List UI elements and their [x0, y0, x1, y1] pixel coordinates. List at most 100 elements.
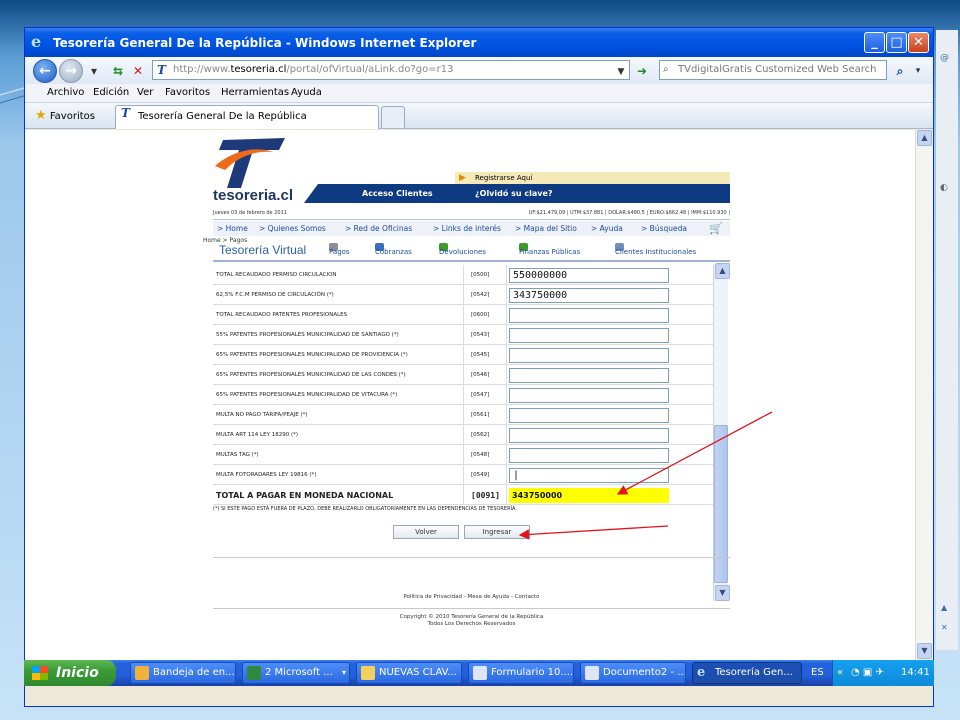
- table-row: TOTAL RECAUDADO PATENTES PROFESIONALES [0…: [213, 305, 713, 325]
- language-indicator[interactable]: ES: [811, 660, 824, 686]
- minimize-button[interactable]: _: [864, 32, 885, 53]
- nav-home[interactable]: > Home: [217, 221, 248, 236]
- menu-archivo[interactable]: Archivo: [47, 87, 84, 98]
- amount-input[interactable]: [509, 368, 669, 383]
- new-tab-button[interactable]: [381, 106, 405, 128]
- scroll-up-icon[interactable]: ▲: [715, 263, 730, 279]
- star-icon: ★: [35, 108, 47, 123]
- tray-chevron-icon[interactable]: «: [837, 660, 843, 686]
- taskbar-item-outlook[interactable]: Bandeja de en...: [130, 662, 236, 684]
- amount-input[interactable]: [509, 388, 669, 403]
- search-options-icon[interactable]: ▾: [909, 62, 927, 80]
- favorites-label: Favoritos: [49, 111, 95, 122]
- client-access-link[interactable]: Acceso Clientes: [362, 184, 433, 203]
- history-dropdown-icon[interactable]: ▾: [85, 62, 103, 80]
- scroll-up-icon[interactable]: ▲: [917, 130, 932, 146]
- table-row: 65% PATENTES PROFESIONALES MUNICIPALIDAD…: [213, 365, 713, 385]
- taskbar-label: NUEVAS CLAV...: [379, 667, 457, 678]
- amount-input[interactable]: [509, 348, 669, 363]
- taskbar-item-formulario[interactable]: Formulario 10....: [468, 662, 574, 684]
- virtual-title: Tesorería Virtual: [219, 243, 307, 257]
- row-label: TOTAL RECAUDADO PATENTES PROFESIONALES: [216, 312, 348, 318]
- nav-links-interes[interactable]: > Links de interés: [433, 221, 501, 236]
- nav-red-oficinas[interactable]: > Red de Oficinas: [345, 221, 412, 236]
- close-button[interactable]: ✕: [908, 32, 929, 53]
- menu-favoritos[interactable]: Favoritos: [165, 87, 210, 98]
- nav-mapa-sitio[interactable]: > Mapa del Sitio: [515, 221, 577, 236]
- register-link[interactable]: ▶ Registrarse Aquí: [455, 172, 730, 184]
- row-label: 65% PATENTES PROFESIONALES MUNICIPALIDAD…: [216, 392, 398, 398]
- nav-busqueda[interactable]: > Búsqueda: [641, 221, 687, 236]
- amount-input[interactable]: [509, 408, 669, 423]
- amount-input[interactable]: 550000000: [509, 268, 669, 283]
- form-frame: TOTAL RECAUDADO PERMISO CIRCULACION [0500…: [213, 263, 730, 615]
- amount-input[interactable]: [509, 308, 669, 323]
- stop-icon[interactable]: ✕: [129, 62, 147, 80]
- back-button[interactable]: ←: [33, 59, 57, 83]
- amount-input[interactable]: 343750000: [509, 288, 669, 303]
- windows-logo-icon: [32, 666, 48, 680]
- back-form-button[interactable]: Volver: [393, 525, 459, 539]
- url-path: /portal/ofVirtual/aLink.do?go=r13: [286, 64, 454, 75]
- forward-button[interactable]: →: [59, 59, 83, 83]
- submit-button[interactable]: Ingresar: [464, 525, 530, 539]
- menu-bar: Archivo Edición Ver Favoritos Herramient…: [25, 84, 933, 103]
- amount-input[interactable]: [509, 328, 669, 343]
- form-scrollbar[interactable]: ▲ ▼: [713, 263, 730, 601]
- forgot-password-link[interactable]: ¿Olvidó su clave?: [475, 184, 553, 203]
- search-input[interactable]: ⌕ TVdigitalGratis Customized Web Search: [659, 60, 887, 80]
- start-button[interactable]: Inicio: [24, 660, 116, 686]
- table-row: TOTAL RECAUDADO PERMISO CIRCULACION [0500…: [213, 265, 713, 285]
- row-label: TOTAL RECAUDADO PERMISO CIRCULACION: [216, 272, 337, 278]
- service-label: Pagos: [329, 248, 350, 256]
- ie-window: e Tesorería General De la República - Wi…: [24, 27, 934, 707]
- service-label: Clientes Institucionales: [615, 248, 697, 256]
- taskbar-item-excel[interactable]: 2 Microsoft ... ▾: [242, 662, 350, 684]
- favorites-button[interactable]: ★ Favoritos: [35, 108, 95, 123]
- url-domain: tesoreria.cl: [230, 64, 287, 75]
- nav-ayuda[interactable]: > Ayuda: [591, 221, 623, 236]
- taskbar-label: Formulario 10....: [491, 667, 574, 678]
- browser-tab[interactable]: T Tesorería General De la República: [115, 105, 379, 129]
- taskbar-item-word[interactable]: Documento2 - ...: [580, 662, 686, 684]
- scrollbar-thumb[interactable]: [714, 425, 728, 583]
- taskbar-label: Bandeja de en...: [153, 667, 235, 678]
- search-icon[interactable]: ⌕: [891, 62, 909, 80]
- menu-herramientas[interactable]: Herramientas: [221, 87, 289, 98]
- ie-logo-icon: e: [31, 32, 42, 51]
- go-icon[interactable]: ➜: [633, 62, 651, 80]
- outlook-icon: [135, 666, 149, 680]
- start-label: Inicio: [56, 665, 99, 681]
- menu-ayuda[interactable]: Ayuda: [291, 87, 322, 98]
- menu-ver[interactable]: Ver: [137, 87, 153, 98]
- taskbar-item-ie[interactable]: e Tesorería Gen...: [692, 662, 802, 684]
- footer-links[interactable]: Política de Privacidad - Mesa de Ayuda -…: [213, 594, 730, 600]
- amount-input[interactable]: [509, 448, 669, 463]
- menu-edicion[interactable]: Edición: [93, 87, 129, 98]
- taskbar-item-folder[interactable]: NUEVAS CLAV...: [356, 662, 462, 684]
- table-row: MULTA ART 114 LEY 18290 (*) [0562]: [213, 425, 713, 445]
- arrow-right-icon: ▶: [459, 173, 466, 183]
- service-label: Devoluciones: [439, 248, 486, 256]
- tray-app-icons[interactable]: ◔ ▣ ✈: [851, 660, 884, 686]
- register-label: Registrarse Aquí: [475, 174, 533, 182]
- maximize-button[interactable]: □: [886, 32, 907, 53]
- row-code: [0548]: [471, 452, 490, 458]
- row-label: MULTA NO PAGO TARIFA/PEAJE (*): [216, 412, 308, 418]
- svg-text:▲: ▲: [941, 603, 948, 612]
- table-row: MULTA FOTORADARES LEY 19816 (*) [0549] |: [213, 465, 713, 485]
- row-code: [0500]: [471, 272, 490, 278]
- address-dropdown-icon[interactable]: ▼: [612, 63, 630, 81]
- row-code: [0600]: [471, 312, 490, 318]
- nav-quienes-somos[interactable]: > Quienes Somos: [259, 221, 326, 236]
- cart-icon[interactable]: 🛒: [709, 221, 723, 236]
- scroll-down-icon[interactable]: ▼: [917, 643, 932, 659]
- total-label: TOTAL A PAGAR EN MONEDA NACIONAL: [216, 491, 394, 500]
- address-bar[interactable]: T http://www.tesoreria.cl/portal/ofVirtu…: [152, 60, 630, 80]
- amount-input[interactable]: |: [509, 468, 669, 483]
- compat-view-icon[interactable]: ⇆: [109, 62, 127, 80]
- row-code: [0546]: [471, 372, 490, 378]
- page-scrollbar[interactable]: ▲ ▼: [915, 130, 933, 660]
- total-amount-field: 343750000: [509, 488, 669, 503]
- amount-input[interactable]: [509, 428, 669, 443]
